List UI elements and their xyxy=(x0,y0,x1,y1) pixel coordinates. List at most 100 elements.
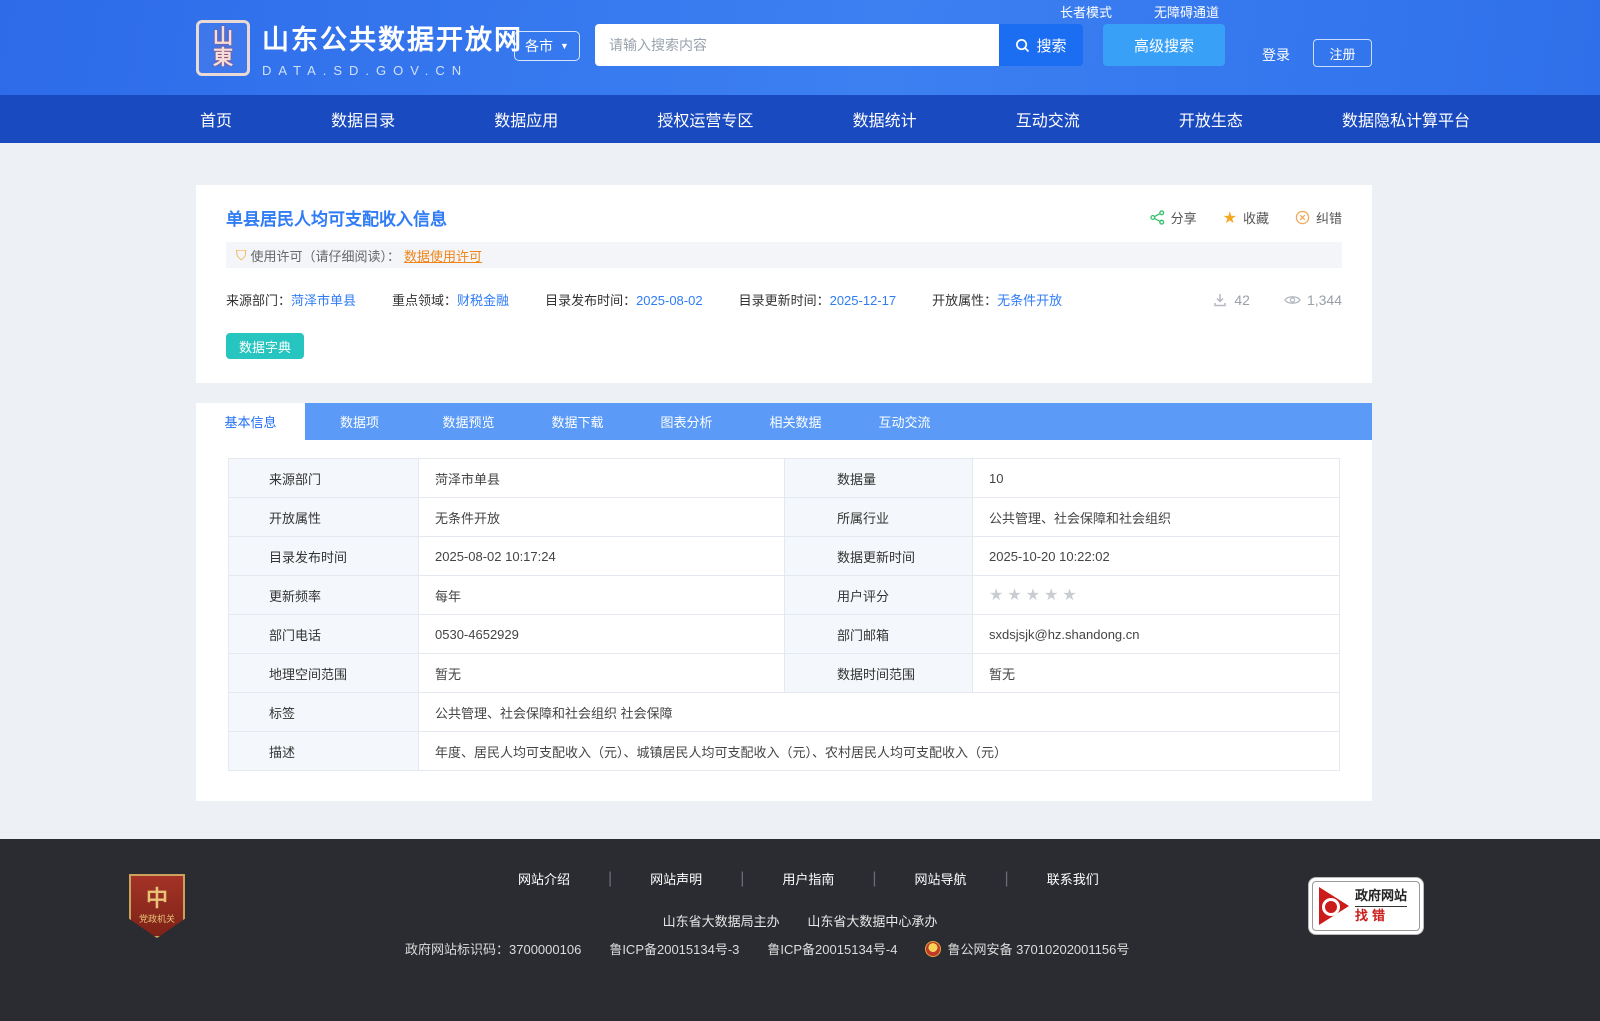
search-button[interactable]: 搜索 xyxy=(999,24,1083,66)
gov-site-id: 政府网站标识码：3700000106 xyxy=(405,942,582,957)
row-value: 无条件开放 xyxy=(418,497,785,537)
tab-data-download[interactable]: 数据下载 xyxy=(523,403,632,440)
site-subtitle: DATA.SD.GOV.CN xyxy=(262,63,469,78)
tab-data-preview[interactable]: 数据预览 xyxy=(414,403,523,440)
police-registration[interactable]: 鲁公网安备 37010202001156号 xyxy=(925,939,1129,958)
download-count: 42 xyxy=(1212,292,1250,308)
star-icon: ★ xyxy=(1222,209,1237,227)
search-button-label: 搜索 xyxy=(1036,37,1067,55)
icp-license-2[interactable]: 鲁ICP备20015134号-4 xyxy=(767,939,897,958)
nav-item-open-ecosystem[interactable]: 开放生态 xyxy=(1179,107,1243,131)
dataset-meta-row: 来源部门：菏泽市单县 重点领域：财税金融 目录发布时间：2025-08-02 目… xyxy=(226,290,1342,309)
row-value: 公共管理、社会保障和社会组织 xyxy=(972,497,1340,537)
row-value: 公共管理、社会保障和社会组织 社会保障 xyxy=(418,692,1340,732)
search-bar: 搜索 xyxy=(595,24,1083,66)
meta-open-attr: 开放属性：无条件开放 xyxy=(932,290,1062,309)
meta-publish-time: 目录发布时间：2025-08-02 xyxy=(545,290,703,309)
meta-field-link[interactable]: 财税金融 xyxy=(457,293,509,308)
row-value: 暂无 xyxy=(972,653,1340,693)
favorite-button[interactable]: ★ 收藏 xyxy=(1223,208,1269,228)
eye-icon xyxy=(1284,293,1301,307)
footer-registration-line: 政府网站标识码：3700000106 鲁ICP备20015134号-3 鲁ICP… xyxy=(405,939,1129,958)
view-count: 1,344 xyxy=(1284,292,1342,308)
chevron-down-icon: ▼ xyxy=(560,41,569,51)
row-label: 来源部门 xyxy=(228,458,419,498)
nav-item-interaction[interactable]: 互动交流 xyxy=(1016,107,1080,131)
row-label: 部门邮箱 xyxy=(784,614,973,654)
find-error-magnifier-icon xyxy=(1319,887,1349,925)
tab-chart-analysis[interactable]: 图表分析 xyxy=(632,403,741,440)
footer-link-contact[interactable]: 联系我们 xyxy=(1009,869,1137,888)
nav-item-authorized-zone[interactable]: 授权运营专区 xyxy=(657,107,753,131)
site-title: 山东公共数据开放网 xyxy=(262,25,523,55)
seal-char-1: 山 xyxy=(213,26,233,48)
basic-info-table: 来源部门 菏泽市单县 数据量 10 开放属性 无条件开放 所属行业 公共管理、社… xyxy=(228,458,1340,771)
meta-source-link[interactable]: 菏泽市单县 xyxy=(291,293,356,308)
row-value: 2025-10-20 10:22:02 xyxy=(972,536,1340,576)
row-label: 数据时间范围 xyxy=(784,653,973,693)
correction-label: 纠错 xyxy=(1315,211,1342,226)
page-title: 单县居民人均可支配收入信息 xyxy=(226,210,447,229)
nav-item-privacy-platform[interactable]: 数据隐私计算平台 xyxy=(1342,107,1470,131)
advanced-search-button[interactable]: 高级搜索 xyxy=(1103,24,1225,66)
error-correction-button[interactable]: 纠错 xyxy=(1295,208,1342,227)
gov-site-find-error-badge[interactable]: 政府网站 找错 xyxy=(1312,881,1420,931)
share-icon xyxy=(1149,210,1165,225)
data-dictionary-button[interactable]: 数据字典 xyxy=(226,333,305,359)
share-label: 分享 xyxy=(1170,211,1197,226)
correction-icon xyxy=(1295,210,1310,225)
tab-data-items[interactable]: 数据项 xyxy=(305,403,414,440)
footer-link-about[interactable]: 网站介绍 xyxy=(480,869,608,888)
meta-open-label: 开放属性： xyxy=(932,293,998,308)
dataset-detail-card: 单县居民人均可支配收入信息 分享 ★ 收藏 纠错 ⛉ 使用许可（请仔细阅读）： … xyxy=(196,185,1372,383)
icp-license-1[interactable]: 鲁ICP备20015134号-3 xyxy=(609,939,739,958)
tab-interaction[interactable]: 互动交流 xyxy=(850,403,959,440)
login-link[interactable]: 登录 xyxy=(1262,45,1290,65)
row-value: 每年 xyxy=(418,575,785,615)
tab-related-data[interactable]: 相关数据 xyxy=(741,403,850,440)
bookmark-icon: ⛉ xyxy=(236,246,247,263)
footer-link-guide[interactable]: 用户指南 xyxy=(744,869,872,888)
row-value: 2025-08-02 10:17:24 xyxy=(418,536,785,576)
table-row: 部门电话 0530-4652929 部门邮箱 sxdsjsjk@hz.shand… xyxy=(228,614,1340,654)
table-row: 来源部门 菏泽市单县 数据量 10 xyxy=(228,458,1340,498)
nav-item-home[interactable]: 首页 xyxy=(200,107,232,131)
nav-item-data-stats[interactable]: 数据统计 xyxy=(853,107,917,131)
table-row: 开放属性 无条件开放 所属行业 公共管理、社会保障和社会组织 xyxy=(228,497,1340,537)
row-label: 目录发布时间 xyxy=(228,536,419,576)
meta-source: 来源部门：菏泽市单县 xyxy=(226,290,356,309)
row-label: 标签 xyxy=(228,692,419,732)
row-value: 10 xyxy=(972,458,1340,498)
site-logo[interactable]: 山 東 山东公共数据开放网 DATA.SD.GOV.CN xyxy=(196,18,523,78)
license-bar: ⛉ 使用许可（请仔细阅读）： 数据使用许可 xyxy=(226,242,1342,268)
seal-char-2: 東 xyxy=(213,47,233,69)
dataset-info-card: 基本信息 数据项 数据预览 数据下载 图表分析 相关数据 互动交流 来源部门 菏… xyxy=(196,403,1372,801)
search-input[interactable] xyxy=(595,24,999,66)
nav-item-data-catalog[interactable]: 数据目录 xyxy=(331,107,395,131)
undertake-org: 山东省大数据中心承办 xyxy=(807,914,938,929)
license-label: 使用许可（请仔细阅读）： xyxy=(250,248,401,264)
meta-publish-label: 目录发布时间： xyxy=(545,293,637,308)
license-link[interactable]: 数据使用许可 xyxy=(404,246,482,265)
accessibility-link[interactable]: 无障碍通道 xyxy=(1154,2,1219,21)
row-value: 暂无 xyxy=(418,653,785,693)
row-label: 用户评分 xyxy=(784,575,973,615)
police-badge-icon xyxy=(925,940,942,957)
site-footer: 中 党政机关 网站介绍 | 网站声明 | 用户指南 | 网站导航 | 联系我们 山东省大… xyxy=(0,839,1600,1021)
user-rating-stars[interactable]: ★★★★★ xyxy=(972,575,1340,615)
elder-mode-link[interactable]: 长者模式 xyxy=(1060,2,1112,21)
row-value: 菏泽市单县 xyxy=(418,458,785,498)
row-label: 所属行业 xyxy=(784,497,973,537)
table-row: 目录发布时间 2025-08-02 10:17:24 数据更新时间 2025-1… xyxy=(228,536,1340,576)
tab-bar: 基本信息 数据项 数据预览 数据下载 图表分析 相关数据 互动交流 xyxy=(196,403,1372,440)
nav-item-data-apps[interactable]: 数据应用 xyxy=(494,107,558,131)
row-value: 0530-4652929 xyxy=(418,614,785,654)
share-button[interactable]: 分享 xyxy=(1149,208,1197,227)
tab-basic-info[interactable]: 基本信息 xyxy=(196,403,305,440)
city-selector-dropdown[interactable]: 各市 ▼ xyxy=(514,31,580,61)
find-error-bottom-label: 找错 xyxy=(1355,908,1390,923)
register-button[interactable]: 注册 xyxy=(1313,39,1372,67)
favorite-label: 收藏 xyxy=(1242,211,1269,226)
footer-link-statement[interactable]: 网站声明 xyxy=(612,869,740,888)
footer-link-sitemap[interactable]: 网站导航 xyxy=(877,869,1005,888)
